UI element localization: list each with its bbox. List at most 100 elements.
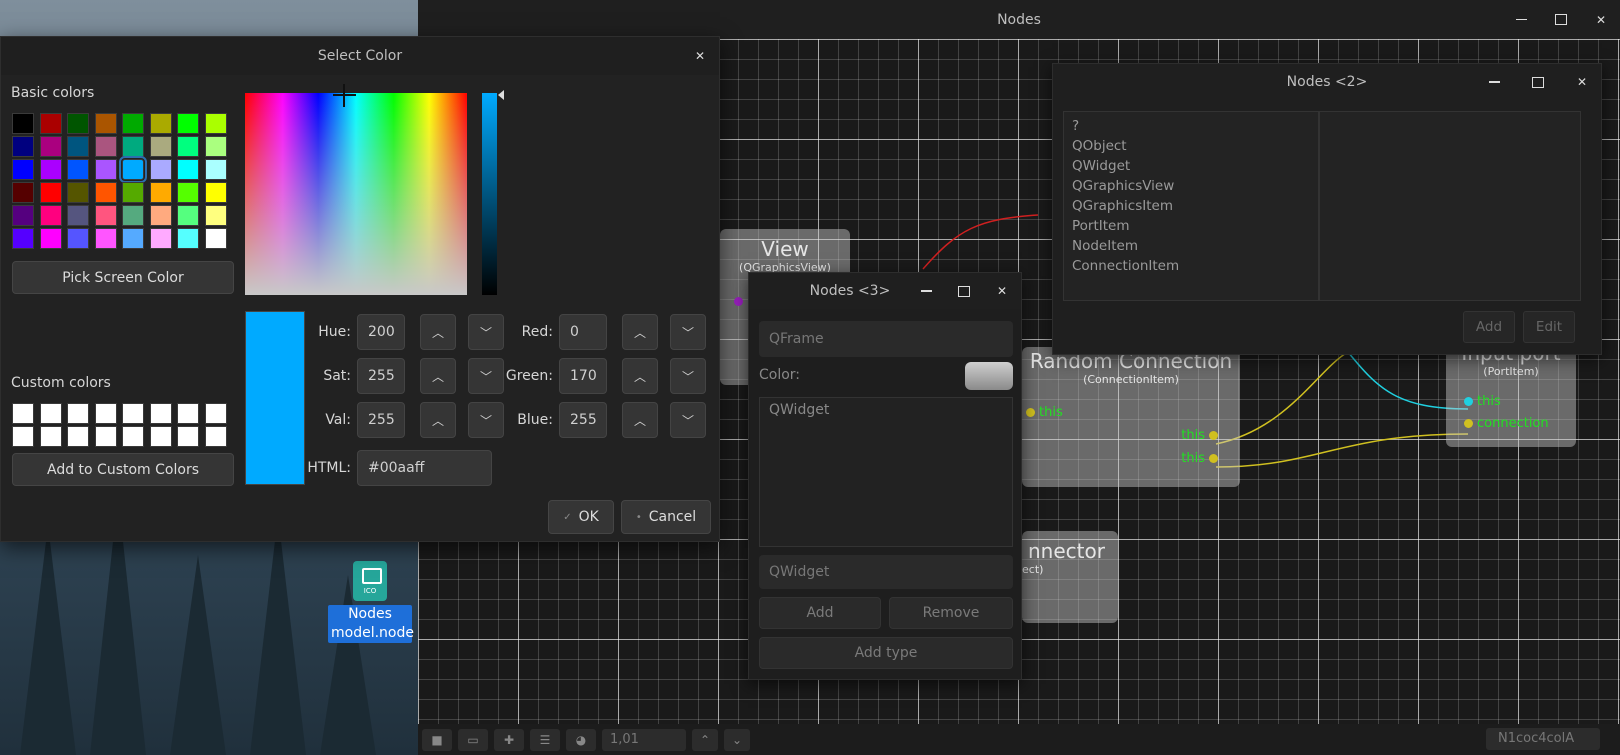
color-swatch[interactable] <box>12 228 34 249</box>
value-slider[interactable] <box>482 93 497 295</box>
list-item[interactable]: PortItem <box>1072 216 1310 236</box>
color-swatch[interactable] <box>67 136 89 157</box>
color-swatch[interactable] <box>67 182 89 203</box>
connector-node[interactable]: nnector ect) <box>1022 531 1118 623</box>
custom-color-swatch[interactable] <box>149 426 172 447</box>
val-up-button[interactable]: ︿ <box>420 402 456 438</box>
custom-color-swatch[interactable] <box>67 403 89 424</box>
maximize-icon[interactable] <box>957 284 971 298</box>
sat-field[interactable]: 255 <box>357 358 405 394</box>
blue-down-button[interactable]: ﹀ <box>670 402 706 438</box>
chevron-up-icon[interactable]: ⌃ <box>692 728 718 751</box>
slider-arrow-icon[interactable] <box>498 90 504 100</box>
close-icon[interactable] <box>1594 13 1608 27</box>
main-titlebar[interactable]: Nodes <box>418 0 1620 39</box>
color-swatch[interactable] <box>177 159 199 180</box>
color-swatch[interactable] <box>39 136 62 157</box>
node-port[interactable]: this <box>1464 394 1501 409</box>
pick-screen-color-button[interactable]: Pick Screen Color <box>12 261 234 294</box>
nodes-3-titlebar[interactable]: Nodes <3> <box>749 273 1021 309</box>
custom-color-swatch[interactable] <box>149 403 172 424</box>
color-swatch[interactable] <box>204 113 227 134</box>
dialog-titlebar[interactable]: Select Color <box>1 37 719 75</box>
color-swatch[interactable] <box>39 182 62 203</box>
color-swatch[interactable] <box>94 136 117 157</box>
minimize-icon[interactable] <box>919 284 933 298</box>
color-swatch[interactable] <box>122 228 144 249</box>
type-list[interactable]: ? QObject QWidget QGraphicsView QGraphic… <box>1063 111 1319 301</box>
node-port[interactable]: this <box>1181 451 1218 466</box>
sat-down-button[interactable]: ﹀ <box>468 358 504 394</box>
hue-down-button[interactable]: ﹀ <box>468 314 504 350</box>
custom-color-swatch[interactable] <box>122 426 144 447</box>
list-item[interactable]: QGraphicsView <box>1072 176 1310 196</box>
remove-button[interactable]: Remove <box>889 597 1013 629</box>
type-field[interactable]: QFrame <box>759 321 1013 357</box>
color-swatch[interactable] <box>67 205 89 226</box>
green-field[interactable]: 170 <box>559 358 607 394</box>
port-dot[interactable] <box>734 297 743 306</box>
list-icon[interactable]: ☰ <box>530 728 560 751</box>
color-swatch[interactable] <box>12 136 34 157</box>
green-up-button[interactable]: ︿ <box>622 358 658 394</box>
custom-color-swatch[interactable] <box>12 426 34 447</box>
status-id-field[interactable]: N1coc4colA <box>1486 728 1600 750</box>
color-swatch[interactable] <box>39 159 62 180</box>
minimize-icon[interactable] <box>1487 75 1501 89</box>
custom-color-swatch[interactable] <box>67 426 89 447</box>
color-swatch[interactable] <box>149 205 172 226</box>
color-swatch[interactable] <box>149 113 172 134</box>
custom-color-swatch[interactable] <box>12 403 34 424</box>
add-type-button[interactable]: Add type <box>759 637 1013 669</box>
minimize-icon[interactable] <box>1514 13 1528 27</box>
nodes-2-titlebar[interactable]: Nodes <2> <box>1053 64 1601 100</box>
color-swatch[interactable] <box>119 156 147 183</box>
custom-color-swatch[interactable] <box>177 403 199 424</box>
color-swatch[interactable] <box>12 205 34 226</box>
blue-field[interactable]: 255 <box>559 402 607 438</box>
cancel-button[interactable]: • Cancel <box>621 500 711 534</box>
color-swatch[interactable] <box>12 113 34 134</box>
color-swatch[interactable] <box>122 113 144 134</box>
hue-field[interactable]: 200 <box>357 314 405 350</box>
desktop-file-icon[interactable]: ICO Nodes model.node <box>328 561 414 643</box>
val-field[interactable]: 255 <box>357 402 405 438</box>
custom-color-swatch[interactable] <box>39 426 62 447</box>
list-item[interactable]: QGraphicsItem <box>1072 196 1310 216</box>
color-swatch[interactable] <box>39 228 62 249</box>
edit-button[interactable]: Edit <box>1523 311 1575 343</box>
red-field[interactable]: 0 <box>559 314 607 350</box>
add-button[interactable]: Add <box>759 597 881 629</box>
color-swatch[interactable] <box>67 228 89 249</box>
custom-color-swatch[interactable] <box>122 403 144 424</box>
color-swatch[interactable] <box>94 228 117 249</box>
color-swatch[interactable] <box>122 182 144 203</box>
close-icon[interactable] <box>1575 75 1589 89</box>
palette-icon[interactable]: ◕ <box>566 728 596 751</box>
color-swatch[interactable] <box>177 182 199 203</box>
ok-button[interactable]: ✓ OK <box>548 500 614 534</box>
maximize-icon[interactable] <box>1531 75 1545 89</box>
color-swatch[interactable] <box>177 113 199 134</box>
custom-color-swatch[interactable] <box>177 426 199 447</box>
color-swatch[interactable] <box>149 136 172 157</box>
green-down-button[interactable]: ﹀ <box>670 358 706 394</box>
node-port[interactable]: this <box>1181 428 1218 443</box>
color-swatch[interactable] <box>177 136 199 157</box>
save-icon[interactable]: ■ <box>422 728 452 751</box>
color-swatch[interactable] <box>149 228 172 249</box>
color-swatch-button[interactable] <box>965 362 1013 390</box>
add-button[interactable]: Add <box>1463 311 1515 343</box>
color-swatch[interactable] <box>67 159 89 180</box>
add-to-custom-colors-button[interactable]: Add to Custom Colors <box>12 453 234 486</box>
chevron-down-icon[interactable]: ⌄ <box>724 728 750 751</box>
color-swatch[interactable] <box>204 159 227 180</box>
hue-up-button[interactable]: ︿ <box>420 314 456 350</box>
color-swatch[interactable] <box>94 205 117 226</box>
color-swatch[interactable] <box>12 182 34 203</box>
list-item[interactable]: ConnectionItem <box>1072 256 1310 276</box>
widget-list[interactable]: QWidget <box>759 397 1013 547</box>
hue-saturation-picker[interactable] <box>245 93 467 295</box>
color-swatch[interactable] <box>67 113 89 134</box>
color-swatch[interactable] <box>177 228 199 249</box>
